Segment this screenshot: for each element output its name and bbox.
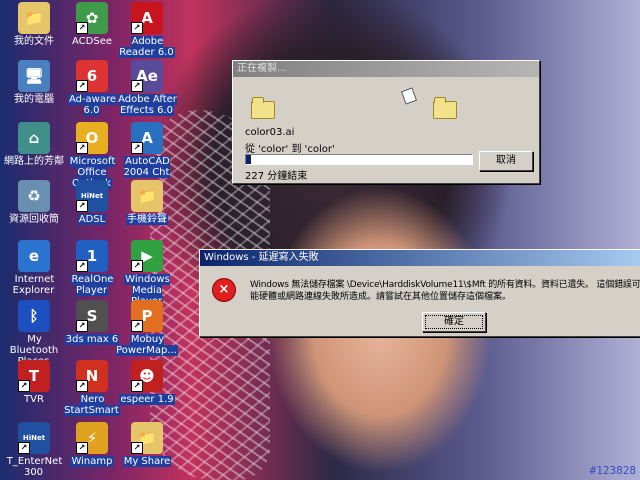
desktop-icon-label: 我的文件 [14,36,54,47]
network-icon: ⌂ [18,122,50,154]
copy-from-to: 從 'color' 到 'color' [245,144,335,155]
tvr-icon: T ↗ [18,360,50,392]
acdsee-icon: ✿ ↗ [76,2,108,34]
desktop-icon-label: T_EnterNet 300 [6,456,63,478]
copy-progress-bar [245,154,473,165]
after-effects-icon: Ae ↗ [131,60,163,92]
shortcut-arrow-icon: ↗ [131,142,143,154]
folder-icon: 📁 ↗ [131,422,163,454]
enternet-icon: HiNet ↗ [18,422,50,454]
error-icon: × [212,278,236,302]
mobuy-icon: P ↗ [131,300,163,332]
desktop-icon[interactable]: A ↗ AutoCAD 2004 Cht [115,122,179,178]
shortcut-arrow-icon: ↗ [131,442,143,454]
desktop-icon-label: My Share [122,456,172,467]
desktop-icon[interactable]: 🖥 我的電腦 [2,60,66,105]
desktop-icon-label: RealOne Player [70,274,114,296]
error-dialog: Windows - 延遲寫入失敗 × Windows 無法儲存檔案 \Devic… [199,249,640,337]
desktop-icon[interactable]: T ↗ TVR [2,360,66,405]
desktop-icon-label: 手機鈴聲 [126,214,168,225]
copy-progress-fill [246,155,251,164]
desktop-icon-label: Adobe After Effects 6.0 [117,94,177,116]
desktop-icon-label: ACDSee [72,36,112,47]
copy-time-remaining: 227 分鐘結束 [245,171,308,182]
shortcut-arrow-icon: ↗ [18,380,30,392]
nero-icon: N ↗ [76,360,108,392]
source-folder-icon [251,97,275,119]
desktop-icon-label: 我的電腦 [14,94,54,105]
adaware-icon: 6 ↗ [76,60,108,92]
shortcut-arrow-icon: ↗ [76,80,88,92]
realone-icon: 1 ↗ [76,240,108,272]
flying-document-icon [400,87,418,105]
desktop-icon-label: ADSL [77,214,107,225]
shortcut-arrow-icon: ↗ [131,22,143,34]
shortcut-arrow-icon: ↗ [76,200,88,212]
desktop-icon-label: Nero StartSmart [64,394,120,416]
copy-dialog: 正在複製... color03.ai 從 'color' 到 'color' 2… [232,60,540,184]
desktop-icon[interactable]: 📁 ↗ My Share [115,422,179,467]
watermark: #123828 [589,464,636,477]
adobe-reader-icon: A ↗ [131,2,163,34]
desktop-icon-label: AutoCAD 2004 Cht [123,156,171,178]
autocad-icon: A ↗ [131,122,163,154]
desktop-icon[interactable]: 📁 手機鈴聲 [115,180,179,225]
desktop-icon-label: 資源回收筒 [9,214,59,225]
3dsmax-icon: S ↗ [76,300,108,332]
desktop-icon[interactable]: ᛒMy Bluetooth Places [2,300,66,367]
shortcut-arrow-icon: ↗ [18,442,30,454]
cancel-button[interactable]: 取消 [479,151,533,171]
desktop-icon-label: Internet Explorer [12,274,55,296]
desktop-icon[interactable]: HiNet ↗ T_EnterNet 300 [2,422,66,478]
desktop-icon-label: Ad-aware 6.0 [67,94,117,116]
error-message-line2: 能硬體或網路連線失敗所造成。請嘗試在其他位置儲存這個檔案。 [250,292,512,302]
copy-filename: color03.ai [245,127,295,138]
desktop-icon[interactable]: ☻ ↗ espeer 1.9 [115,360,179,405]
ok-button[interactable]: 確定 [422,312,486,332]
shortcut-arrow-icon: ↗ [76,320,88,332]
desktop-icon-label: 3ds max 6 [64,334,120,345]
desktop-icon[interactable]: P ↗ Mobuy PowerMap... [115,300,179,356]
recycle-bin-icon: ♻ [18,180,50,212]
desktop-icon[interactable]: e Internet Explorer [2,240,66,296]
desktop-icon-label: espeer 1.9 [119,394,175,405]
shortcut-arrow-icon: ↗ [76,380,88,392]
adsl-icon: HiNet ↗ [76,180,108,212]
espeer-icon: ☻ ↗ [131,360,163,392]
desktop-icon-label: Winamp [70,456,114,467]
shortcut-arrow-icon: ↗ [131,260,143,272]
copy-dialog-title[interactable]: 正在複製... [233,61,539,77]
desktop-icon[interactable]: ♻ 資源回收筒 [2,180,66,225]
desktop-icon[interactable]: A ↗ Adobe Reader 6.0 [115,2,179,58]
media-player-icon: ▶ ↗ [131,240,163,272]
internet-explorer-icon: e [18,240,50,272]
desktop-icon[interactable]: Ae ↗ Adobe After Effects 6.0 [115,60,179,116]
desktop-icon[interactable]: ⌂ 網路上的芳鄰 [2,122,66,167]
outlook-icon: O ↗ [76,122,108,154]
shortcut-arrow-icon: ↗ [76,142,88,154]
desktop-icon-label: Adobe Reader 6.0 [119,36,175,58]
shortcut-arrow-icon: ↗ [76,442,88,454]
desktop-icon[interactable]: 📁 我的文件 [2,2,66,47]
shortcut-arrow-icon: ↗ [76,22,88,34]
computer-icon: 🖥 [18,60,50,92]
folder-icon: 📁 [18,2,50,34]
folder-icon: 📁 [131,180,163,212]
desktop-icon-label: Mobuy PowerMap... [116,334,178,356]
shortcut-arrow-icon: ↗ [76,260,88,272]
shortcut-arrow-icon: ↗ [131,80,143,92]
desktop-icon-label: 網路上的芳鄰 [4,156,64,167]
shortcut-arrow-icon: ↗ [131,380,143,392]
destination-folder-icon [433,97,457,119]
winamp-icon: ⚡ ↗ [76,422,108,454]
desktop-icon[interactable]: ▶↗Windows Media Player [115,240,179,307]
desktop-icon-label: TVR [24,394,44,405]
shortcut-arrow-icon: ↗ [131,320,143,332]
bluetooth-icon: ᛒ [18,300,50,332]
error-dialog-title[interactable]: Windows - 延遲寫入失敗 [200,250,640,266]
